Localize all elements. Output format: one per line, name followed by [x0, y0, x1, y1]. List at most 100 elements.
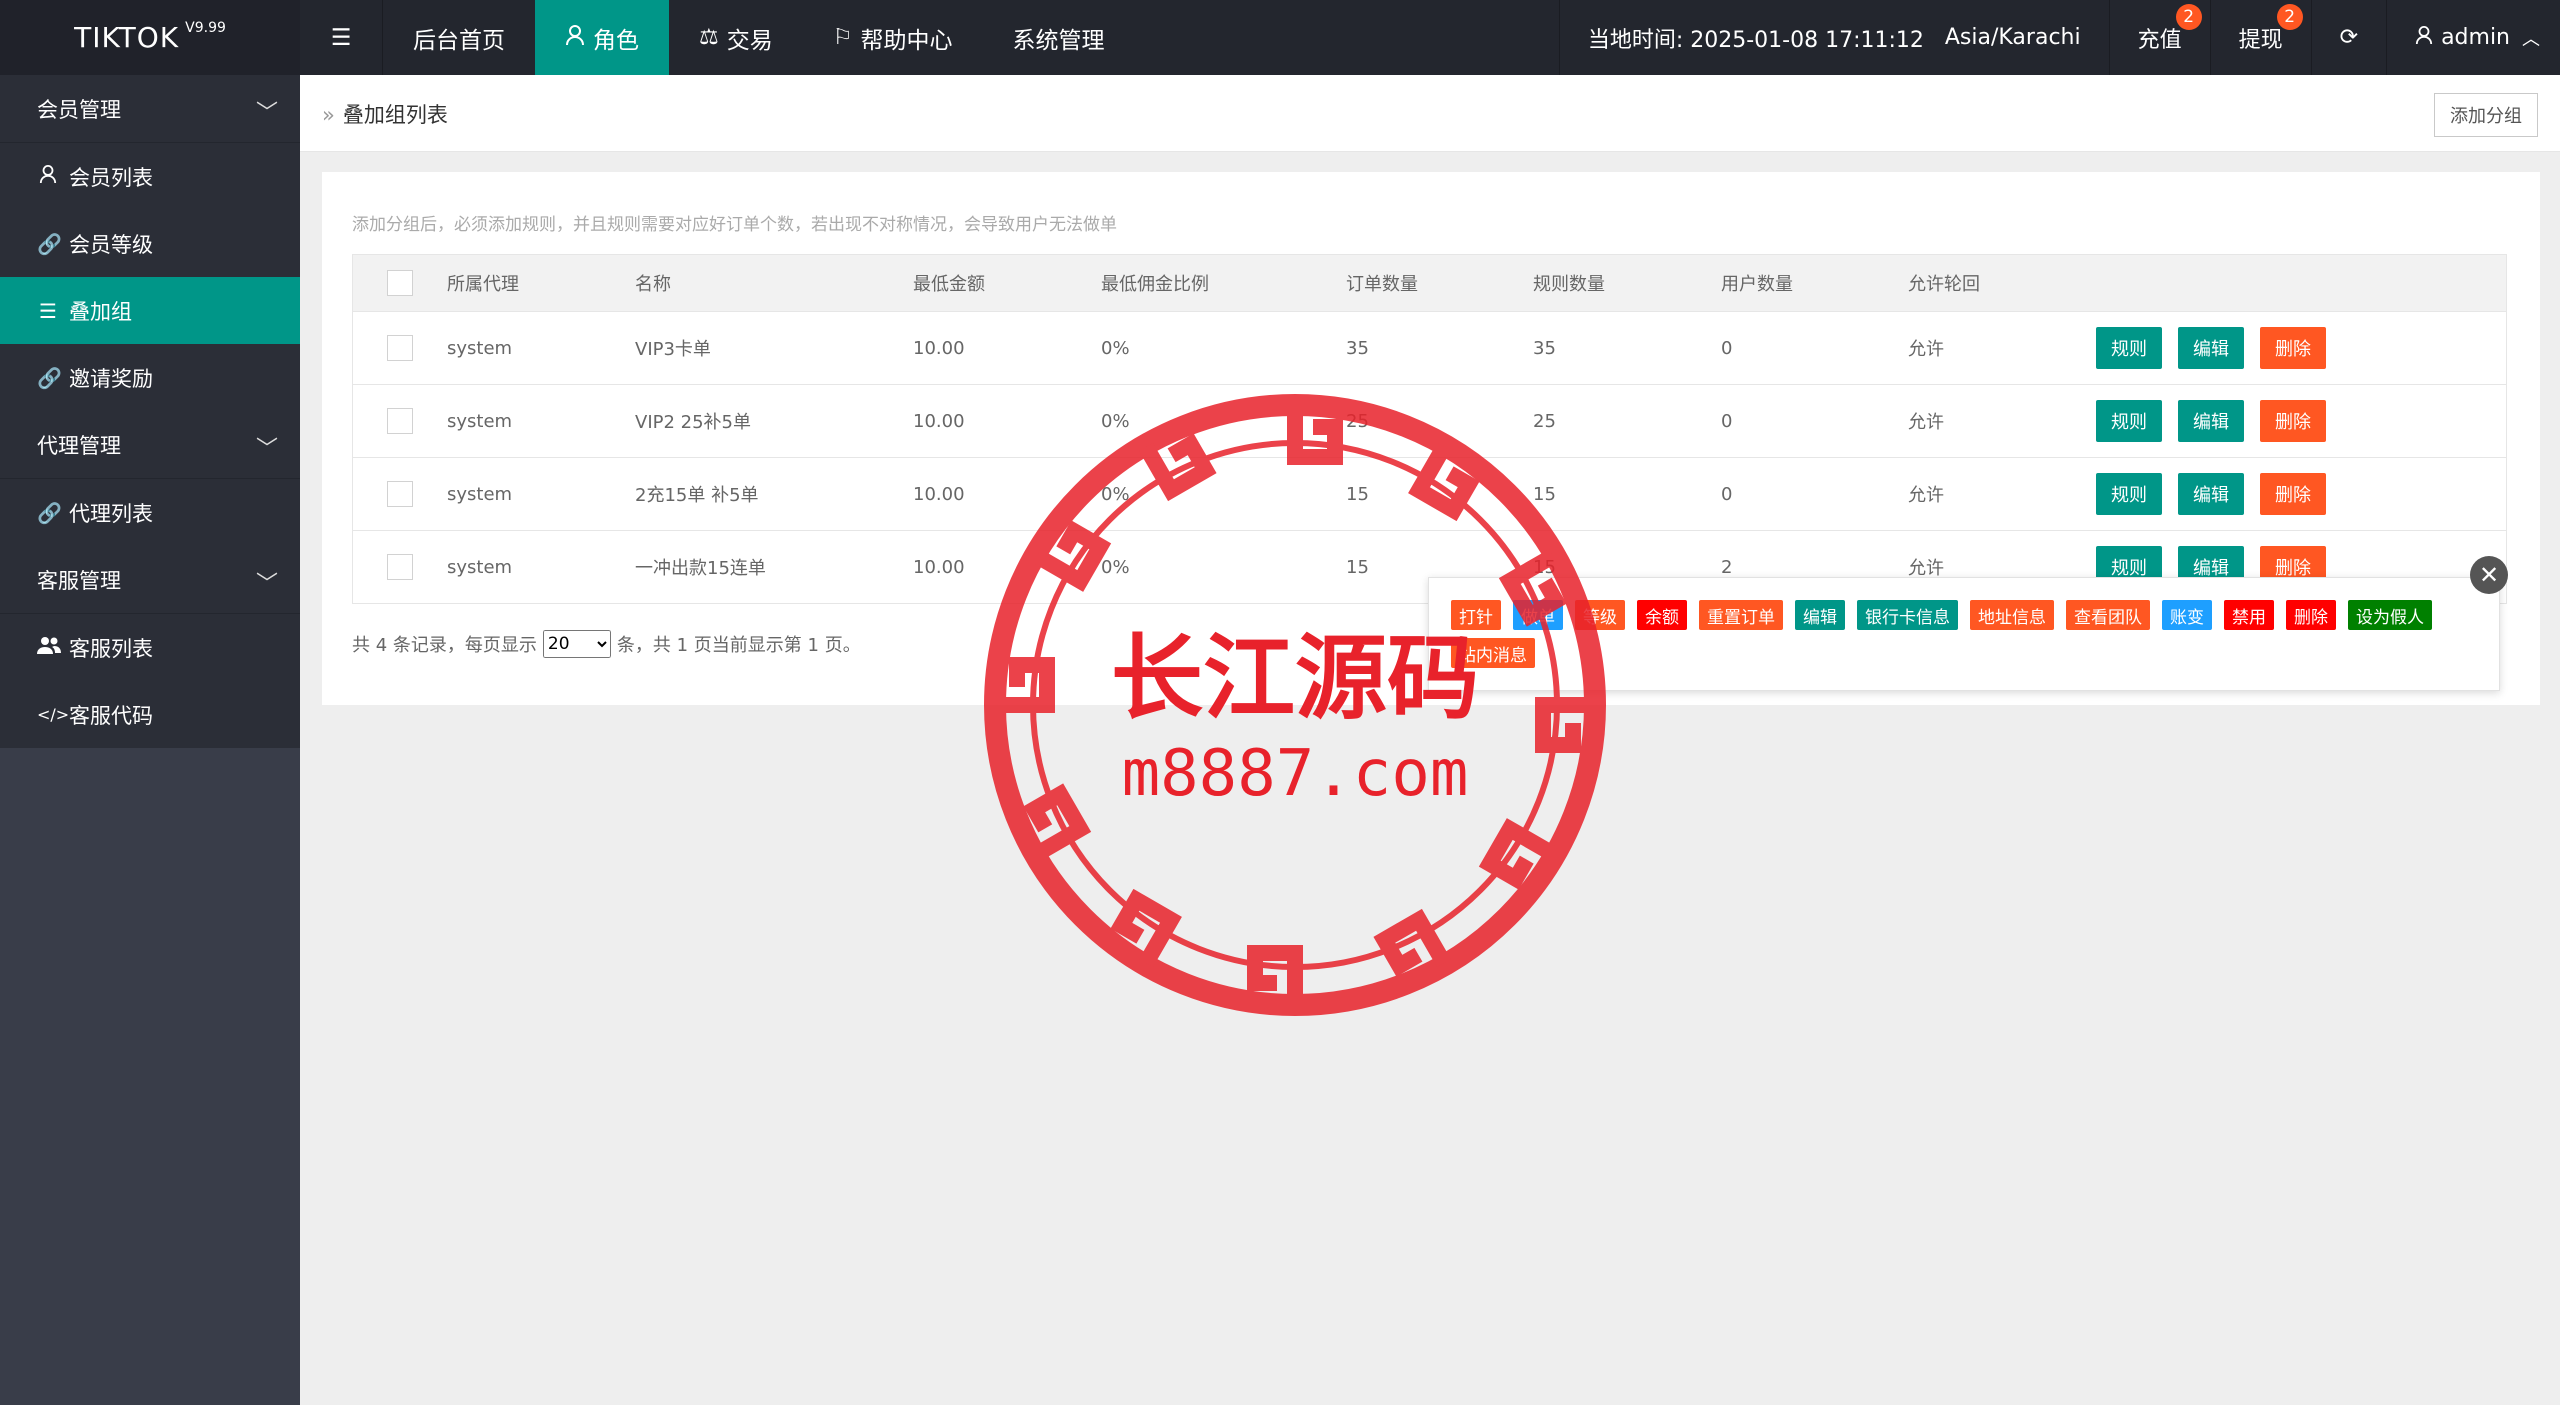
timezone-label: Asia/Karachi — [1944, 25, 2081, 50]
refresh-button[interactable]: ⟳ — [2310, 0, 2386, 75]
header-users: 用户数量 — [1721, 274, 1793, 295]
right-nav: 当地时间: 2025-01-08 17:11:12 Asia/Karachi 充… — [1558, 0, 2560, 75]
breadcrumb-bar: » 叠加组列表 添加分组 — [300, 75, 2560, 152]
sidebar-item-stack-group[interactable]: ☰ 叠加组 — [0, 277, 300, 344]
row-checkbox-cell — [353, 335, 447, 361]
close-icon: ✕ — [2478, 561, 2500, 589]
users-icon — [37, 635, 61, 660]
balance-tag[interactable]: 余额 — [1637, 600, 1687, 630]
local-time: 当地时间: 2025-01-08 17:11:12 Asia/Karachi — [1558, 0, 2109, 75]
cell-loop: 允许 — [1908, 485, 1944, 506]
row-checkbox[interactable] — [387, 335, 413, 361]
sidebar-item-label: 叠加组 — [69, 299, 132, 324]
version-label: V9.99 — [185, 19, 226, 36]
delete-tag[interactable]: 删除 — [2286, 600, 2336, 630]
account-change-tag[interactable]: 账变 — [2162, 600, 2212, 630]
user-menu[interactable]: admin ︿ — [2386, 0, 2560, 75]
delete-button[interactable]: 删除 — [2260, 400, 2326, 442]
link-icon: 🔗 — [37, 365, 62, 390]
close-popup-button[interactable]: ✕ — [2470, 556, 2508, 594]
view-team-tag[interactable]: 查看团队 — [2066, 600, 2150, 630]
edit-button[interactable]: 编辑 — [2178, 473, 2244, 515]
cell-agent: system — [447, 556, 513, 578]
set-fake-user-tag[interactable]: 设为假人 — [2348, 600, 2432, 630]
recharge-link[interactable]: 充值 2 — [2108, 0, 2210, 75]
nav-home[interactable]: 后台首页 — [383, 0, 535, 75]
page-size-select[interactable]: 20 — [542, 630, 611, 658]
hint-text: 添加分组后，必须添加规则，并且规则需要对应好订单个数，若出现不对称情况，会导致用… — [352, 215, 1117, 235]
pager-prefix: 共 4 条记录，每页显示 — [352, 635, 537, 656]
cell-loop: 允许 — [1908, 412, 1944, 433]
address-tag[interactable]: 地址信息 — [1970, 600, 2054, 630]
nav-help[interactable]: ⚐ 帮助中心 — [803, 0, 983, 75]
sidebar: 会员管理 ﹀ 会员列表 🔗 会员等级 ☰ 叠加组 🔗 邀请奖励 代理管理 ﹀ 🔗… — [0, 75, 300, 1405]
cell-name: 一冲出款15连单 — [635, 558, 766, 579]
sidebar-group-service[interactable]: 客服管理 ﹀ — [0, 546, 300, 614]
delete-button[interactable]: 删除 — [2260, 327, 2326, 369]
cell-actions: 规则 编辑 删除 — [2096, 473, 2506, 515]
cell-actions: 规则 编辑 删除 — [2096, 400, 2506, 442]
sidebar-item-label: 客服列表 — [69, 636, 153, 661]
edit-button[interactable]: 编辑 — [2178, 400, 2244, 442]
sidebar-item-member-level[interactable]: 🔗 会员等级 — [0, 210, 300, 277]
sidebar-item-agent-list[interactable]: 🔗 代理列表 — [0, 479, 300, 546]
cell-rules: 35 — [1533, 337, 1556, 359]
sidebar-group-member[interactable]: 会员管理 ﹀ — [0, 75, 300, 143]
nav-system[interactable]: 系统管理 — [982, 0, 1134, 75]
sidebar-item-label: 客服代码 — [69, 703, 153, 728]
scale-icon: ⚖ — [699, 25, 719, 50]
disable-tag[interactable]: 禁用 — [2224, 600, 2274, 630]
header-orders: 订单数量 — [1346, 274, 1418, 295]
breadcrumb-label: 叠加组列表 — [342, 103, 448, 127]
bank-card-tag[interactable]: 银行卡信息 — [1857, 600, 1958, 630]
code-icon: </> — [37, 705, 70, 724]
chevron-down-icon: ﹀ — [255, 101, 278, 126]
header-checkbox-cell — [353, 270, 447, 296]
recharge-badge: 2 — [2175, 4, 2202, 30]
withdraw-badge: 2 — [2276, 4, 2303, 30]
withdraw-link[interactable]: 提现 2 — [2209, 0, 2311, 75]
table-header: 所属代理 名称 最低金额 最低佣金比例 订单数量 规则数量 用户数量 允许轮回 — [352, 254, 2507, 312]
top-header: TIKTOK V9.99 ☰ 后台首页 角色 ⚖ 交易 ⚐ 帮助中心 系统管理 … — [0, 0, 2560, 75]
nav-trade[interactable]: ⚖ 交易 — [669, 0, 803, 75]
sidebar-group-agent[interactable]: 代理管理 ﹀ — [0, 411, 300, 479]
sidebar-item-invite-reward[interactable]: 🔗 邀请奖励 — [0, 344, 300, 411]
sidebar-item-label: 会员列表 — [69, 165, 153, 190]
nav-role[interactable]: 角色 — [535, 0, 669, 75]
sidebar-item-label: 代理列表 — [69, 501, 153, 526]
reset-order-tag[interactable]: 重置订单 — [1699, 600, 1783, 630]
cell-orders: 35 — [1346, 337, 1369, 359]
double-chevron-right-icon: » — [322, 103, 335, 127]
top-nav: ☰ 后台首页 角色 ⚖ 交易 ⚐ 帮助中心 系统管理 — [300, 0, 1134, 75]
sidebar-group-label: 会员管理 — [37, 97, 121, 122]
header-min-amount: 最低金额 — [913, 274, 985, 295]
edit-tag[interactable]: 编辑 — [1795, 600, 1845, 630]
select-all-checkbox[interactable] — [387, 270, 413, 296]
menu-toggle-button[interactable]: ☰ — [300, 0, 383, 75]
logo[interactable]: TIKTOK V9.99 — [0, 0, 300, 75]
delete-button[interactable]: 删除 — [2260, 473, 2326, 515]
pagination: 共 4 条记录，每页显示 20 条，共 1 页当前显示第 1 页。 — [352, 630, 861, 658]
header-rules: 规则数量 — [1533, 274, 1605, 295]
rule-button[interactable]: 规则 — [2096, 473, 2162, 515]
watermark-title: 长江源码 — [1111, 625, 1479, 732]
nav-role-label: 角色 — [593, 27, 639, 54]
username: admin — [2441, 25, 2510, 50]
sidebar-group-label: 客服管理 — [37, 568, 121, 593]
sidebar-item-member-list[interactable]: 会员列表 — [0, 143, 300, 210]
cell-users: 0 — [1721, 410, 1733, 432]
row-checkbox[interactable] — [387, 481, 413, 507]
user-icon — [37, 164, 59, 189]
sidebar-item-service-code[interactable]: </> 客服代码 — [0, 681, 300, 748]
nav-system-label: 系统管理 — [1012, 27, 1105, 54]
row-checkbox[interactable] — [387, 408, 413, 434]
chevron-down-icon: ﹀ — [255, 572, 278, 597]
link-icon: 🔗 — [37, 231, 62, 256]
rule-button[interactable]: 规则 — [2096, 400, 2162, 442]
add-group-button[interactable]: 添加分组 — [2434, 93, 2538, 137]
rule-button[interactable]: 规则 — [2096, 327, 2162, 369]
row-checkbox[interactable] — [387, 554, 413, 580]
refresh-icon: ⟳ — [2339, 25, 2359, 50]
edit-button[interactable]: 编辑 — [2178, 327, 2244, 369]
sidebar-item-service-list[interactable]: 客服列表 — [0, 614, 300, 681]
